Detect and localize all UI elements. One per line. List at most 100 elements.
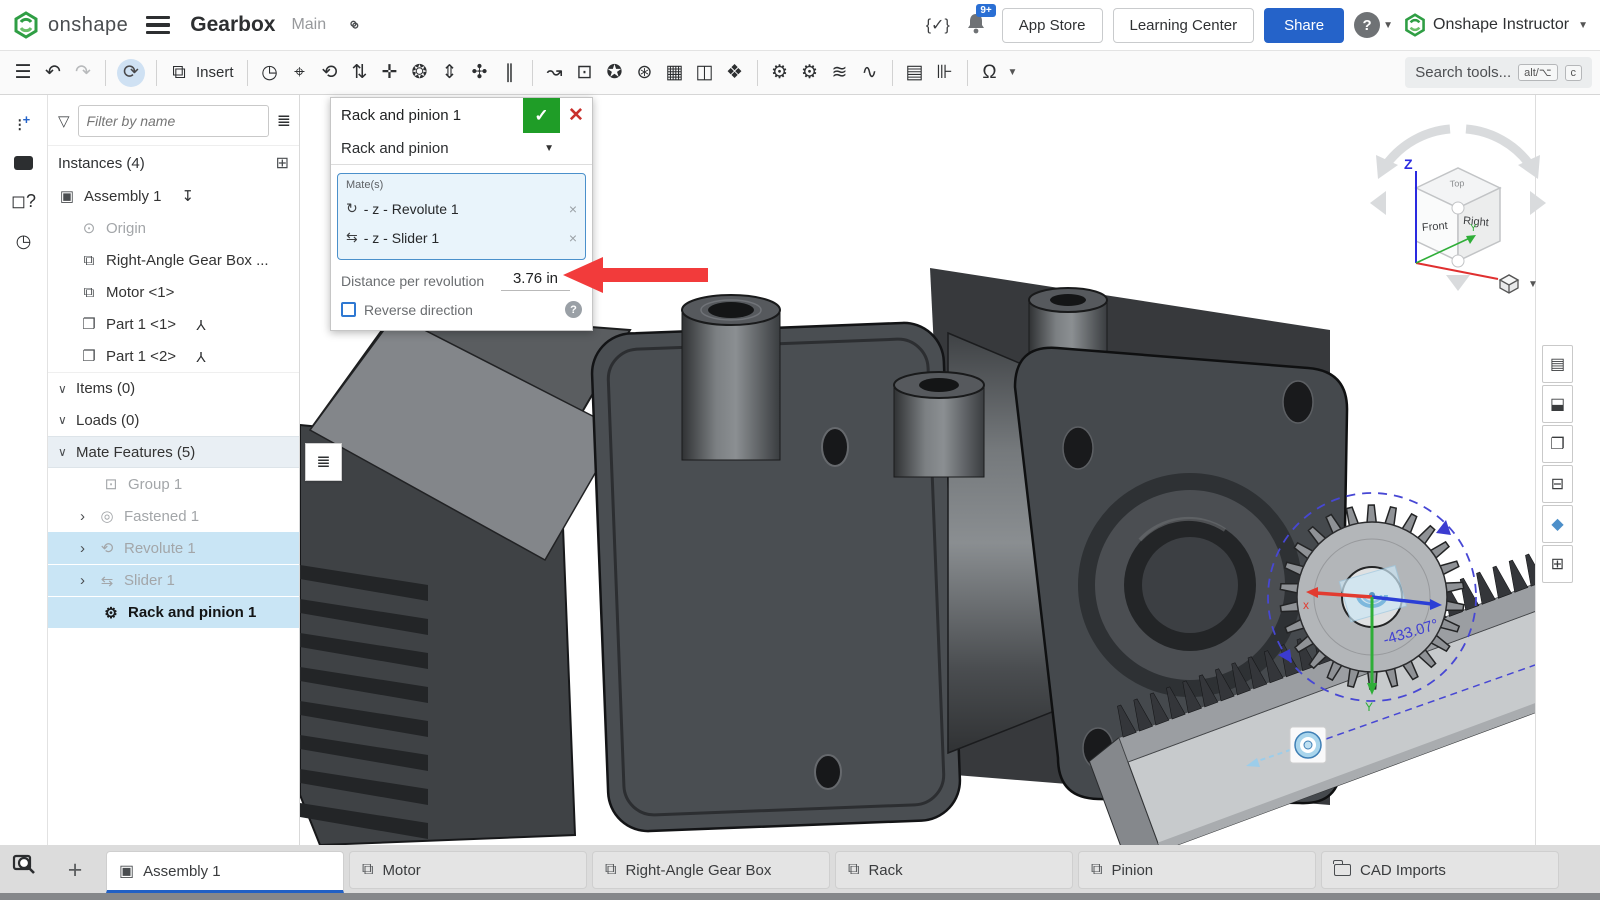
- rotate-left-arrow[interactable]: [1370, 191, 1386, 215]
- main-menu-icon[interactable]: [146, 16, 170, 35]
- rotate-right-arrow[interactable]: [1530, 191, 1546, 215]
- tree-row-group1[interactable]: ⊡ Group 1: [48, 468, 299, 500]
- tree-row-part1-2[interactable]: ❐ Part 1 <2> Y: [48, 340, 299, 372]
- float-icon[interactable]: Y: [196, 348, 206, 365]
- tree-row-origin[interactable]: ⊙ Origin: [48, 212, 299, 244]
- tree-row-loads[interactable]: ∨ Loads (0): [48, 404, 299, 436]
- tree-row-assembly[interactable]: ▣ Assembly 1 ↧: [48, 180, 299, 212]
- mate-item-slider[interactable]: ⇆ - z - Slider 1 ×: [346, 223, 577, 252]
- remove-mate-icon[interactable]: ×: [569, 230, 577, 246]
- mate-icon[interactable]: ◷: [255, 58, 285, 88]
- add-instance-icon[interactable]: ⁝+: [17, 113, 30, 134]
- drawing-panel-icon[interactable]: ⊟: [1542, 465, 1573, 503]
- insert-label[interactable]: Insert: [196, 64, 234, 81]
- dialog-accept-button[interactable]: ✓: [523, 98, 560, 133]
- parallel-mate-icon[interactable]: ∥: [495, 58, 525, 88]
- tree-row-fastened1[interactable]: › ◎ Fastened 1: [48, 500, 299, 532]
- share-link-icon[interactable]: ⚭: [341, 12, 367, 38]
- tab-search-icon[interactable]: [12, 850, 40, 883]
- tab-cad-imports[interactable]: CAD Imports: [1321, 851, 1559, 889]
- tree-row-slider1[interactable]: › ⇆ Slider 1: [48, 564, 299, 596]
- assembly-features-flyout-button[interactable]: ≣: [305, 443, 342, 481]
- named-positions-icon[interactable]: ⊪: [930, 58, 960, 88]
- bom-panel-icon[interactable]: ▤: [1542, 345, 1573, 383]
- group-icon[interactable]: ⊡: [570, 58, 600, 88]
- feature-manager-icon[interactable]: ☰: [8, 58, 38, 88]
- tree-row-right-angle-gear-box[interactable]: ⧉ Right-Angle Gear Box ...: [48, 244, 299, 276]
- toolbar-more-chevron-icon[interactable]: ▼: [1008, 67, 1018, 78]
- gearbox-post-left[interactable]: [682, 295, 780, 460]
- tab-assembly1[interactable]: ▣ Assembly 1: [106, 851, 344, 893]
- tree-row-rack-and-pinion1[interactable]: ⚙ Rack and pinion 1: [48, 596, 299, 628]
- ball-mate-icon[interactable]: ❂: [405, 58, 435, 88]
- dialog-cancel-button[interactable]: ✕: [560, 98, 592, 133]
- gearbox-post-mid[interactable]: [894, 372, 984, 477]
- add-folder-icon[interactable]: ⊞: [276, 153, 289, 173]
- chevron-right-icon[interactable]: ›: [80, 508, 90, 525]
- pattern-icon[interactable]: ▦: [660, 58, 690, 88]
- distance-input[interactable]: 3.76 in: [501, 270, 570, 291]
- exploded-view-icon[interactable]: ❖: [720, 58, 750, 88]
- motor-body[interactable]: [300, 312, 630, 845]
- share-button[interactable]: Share: [1264, 8, 1344, 43]
- measure-icon[interactable]: Ω: [975, 58, 1005, 88]
- graphics-viewport[interactable]: x Y -433.07°: [300, 95, 1535, 845]
- tree-row-items[interactable]: ∨ Items (0): [48, 372, 299, 404]
- list-view-icon[interactable]: ≣: [277, 111, 291, 131]
- tab-pinion[interactable]: ⧉ Pinion: [1078, 851, 1316, 889]
- bom-icon[interactable]: ▤: [900, 58, 930, 88]
- parts-panel-icon[interactable]: ❐: [1542, 425, 1573, 463]
- tab-motor[interactable]: ⧉ Motor: [349, 851, 587, 889]
- tree-row-motor[interactable]: ⧉ Motor <1>: [48, 276, 299, 308]
- mate-connector-icon[interactable]: ✪: [600, 58, 630, 88]
- slider-mate-icon[interactable]: ⇅: [345, 58, 375, 88]
- revolute-mate-icon[interactable]: ⟲: [315, 58, 345, 88]
- tree-row-revolute1[interactable]: › ⟲ Revolute 1: [48, 532, 299, 564]
- filter-input[interactable]: [78, 105, 269, 137]
- tree-row-part1-1[interactable]: ❐ Part 1 <1> Y: [48, 308, 299, 340]
- undo-icon[interactable]: ↶: [38, 58, 68, 88]
- float-icon[interactable]: Y: [196, 316, 206, 333]
- cylindrical-mate-icon[interactable]: ⇕: [435, 58, 465, 88]
- tab-right-angle-gear-box[interactable]: ⧉ Right-Angle Gear Box: [592, 851, 830, 889]
- belt-relation-icon[interactable]: ∿: [855, 58, 885, 88]
- tab-rack[interactable]: ⧉ Rack: [835, 851, 1073, 889]
- featurescript-check-icon[interactable]: {✓}: [926, 15, 950, 35]
- redo-icon[interactable]: ↷: [68, 58, 98, 88]
- appearance-panel-icon[interactable]: ◆: [1542, 505, 1573, 543]
- dialog-help-icon[interactable]: ?: [565, 301, 582, 318]
- rack-pinion-relation-icon[interactable]: ⚙: [795, 58, 825, 88]
- search-tools-field[interactable]: Search tools... alt/⌥ c: [1405, 57, 1592, 88]
- add-tab-button[interactable]: +: [58, 856, 92, 885]
- history-icon[interactable]: ◷: [16, 232, 32, 250]
- chevron-right-icon[interactable]: ›: [80, 572, 90, 589]
- learning-center-button[interactable]: Learning Center: [1113, 8, 1255, 43]
- display-table-icon[interactable]: ◫: [690, 58, 720, 88]
- replicate-icon[interactable]: ⊛: [630, 58, 660, 88]
- screw-relation-icon[interactable]: ≋: [825, 58, 855, 88]
- mate-item-revolute[interactable]: ↻ - z - Revolute 1 ×: [346, 194, 577, 223]
- fixed-icon[interactable]: ↧: [182, 187, 195, 205]
- display-states-panel-icon[interactable]: ⬓: [1542, 385, 1573, 423]
- pin-slot-mate-icon[interactable]: ✣: [465, 58, 495, 88]
- view-options-menu[interactable]: ▼: [1498, 273, 1538, 295]
- planar-mate-icon[interactable]: ✛: [375, 58, 405, 88]
- configuration-panel-icon[interactable]: ⊞: [1542, 545, 1573, 583]
- notifications-bell[interactable]: 9+: [966, 12, 986, 39]
- rotate-down-arrow[interactable]: [1446, 275, 1470, 291]
- reverse-direction-checkbox[interactable]: [341, 302, 356, 317]
- comment-icon[interactable]: [14, 156, 33, 170]
- branch-name[interactable]: Main: [291, 16, 326, 34]
- help-menu[interactable]: ? ▼: [1354, 12, 1393, 38]
- part-help-icon[interactable]: ◻?: [11, 192, 36, 210]
- relation-type-select[interactable]: Rack and pinion ▼: [331, 133, 592, 165]
- remove-mate-icon[interactable]: ×: [569, 201, 577, 217]
- tangent-mate-icon[interactable]: ↝: [540, 58, 570, 88]
- tree-row-mate-features[interactable]: ∨ Mate Features (5): [48, 436, 299, 468]
- chevron-right-icon[interactable]: ›: [80, 540, 90, 557]
- filter-icon[interactable]: ▽: [58, 112, 70, 130]
- update-icon[interactable]: ⟳: [117, 59, 145, 87]
- insert-icon[interactable]: ⧉: [164, 58, 194, 88]
- onshape-logo[interactable]: onshape: [12, 11, 128, 39]
- fastened-mate-icon[interactable]: ⌖: [285, 58, 315, 88]
